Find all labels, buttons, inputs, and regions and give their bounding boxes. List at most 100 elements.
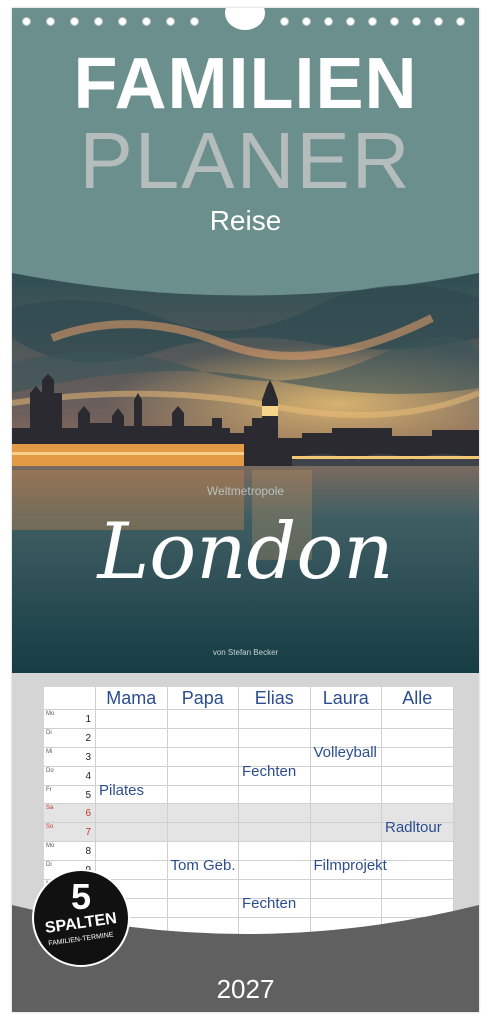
photo-credit: von Stefan Becker <box>212 648 279 657</box>
planner-cell <box>382 861 454 880</box>
day-number: 6 <box>85 808 91 820</box>
binding-ring <box>280 17 289 26</box>
day-row: Mo 1 <box>44 709 454 728</box>
day-label: Mo 8 <box>44 842 96 861</box>
binding-ring <box>70 17 79 26</box>
planner-cell: Fechten <box>239 763 311 785</box>
planner-cell <box>168 804 239 823</box>
weekday-abbr: Fr <box>46 786 52 793</box>
planner-cell <box>382 842 454 861</box>
planner-cell <box>168 785 239 804</box>
day-label: Do 4 <box>44 766 96 785</box>
binding-ring <box>346 17 355 26</box>
weekday-abbr: So <box>46 824 54 831</box>
planner-entry: Filmprojekt <box>313 857 387 875</box>
planner-cell <box>239 728 311 747</box>
day-row: Mo 8 <box>44 841 454 861</box>
planner-cell <box>96 728 168 747</box>
planner-cell <box>311 804 382 823</box>
day-number: 3 <box>85 751 91 763</box>
planner-cell <box>168 766 239 785</box>
weekday-abbr: Mo <box>46 711 55 717</box>
planner-cell <box>311 766 382 785</box>
binding-ring <box>22 17 31 26</box>
binding-ring <box>434 17 443 26</box>
day-number: 2 <box>85 732 91 744</box>
planner-cell <box>168 823 239 842</box>
weekday-abbr: Di <box>46 729 52 736</box>
photo-title-london: London <box>97 507 394 597</box>
day-label: Fr 5 <box>44 785 96 804</box>
day-row: So 7 Radltour <box>44 819 454 842</box>
planner-entry: Volleyball <box>313 743 377 761</box>
planner-cell <box>382 785 454 804</box>
planner-cell: Pilates <box>96 782 168 804</box>
column-header-mama: Mama <box>96 687 168 709</box>
binding-rings <box>12 17 479 27</box>
photo-overline: Weltmetropole <box>206 484 285 498</box>
planner-entry: Pilates <box>99 781 145 799</box>
planner-cell <box>239 823 311 842</box>
planner-cell <box>239 861 311 880</box>
header-corner <box>44 687 96 709</box>
weekday-abbr: Mo <box>46 843 55 850</box>
year-label: 2027 <box>216 974 275 1004</box>
binding-ring <box>118 17 127 26</box>
planner-cell <box>96 804 168 823</box>
day-number: 1 <box>85 714 91 725</box>
planner-header-row: Mama Papa Elias Laura Alle <box>44 687 454 709</box>
planner-cell <box>239 785 311 804</box>
planner-cell <box>382 766 454 785</box>
spalten-badge: 5 SPALTEN FAMILIEN-TERMINE <box>32 869 130 967</box>
column-header-elias: Elias <box>239 687 311 709</box>
planner-cell <box>96 747 168 766</box>
binding-ring <box>390 17 399 26</box>
planner-cell <box>96 842 168 861</box>
planner-cell: Radltour <box>382 819 454 842</box>
planner-cell <box>96 823 168 842</box>
day-label: Mi 3 <box>44 747 96 766</box>
binding-ring <box>46 17 55 26</box>
weekday-abbr: Sa <box>46 805 54 812</box>
binding-ring <box>456 17 465 26</box>
binding-ring <box>368 17 377 26</box>
planner-cell <box>382 728 454 747</box>
planner-cell <box>311 823 382 842</box>
weekday-abbr: Mi <box>46 748 53 755</box>
binding-ring <box>166 17 175 26</box>
binding-ring <box>412 17 421 26</box>
day-number: 8 <box>85 846 91 858</box>
binding-ring <box>324 17 333 26</box>
day-number: 4 <box>85 770 91 782</box>
planner-cell <box>382 747 454 766</box>
planner-cell <box>168 710 239 728</box>
planner-cell: Volleyball <box>311 744 382 766</box>
planner-cell <box>168 747 239 766</box>
planner-cell <box>239 842 311 861</box>
weekday-abbr: Do <box>46 767 54 774</box>
wall-calendar: FAMILIEN PLANER Reise Weltmetropole Lond… <box>12 8 479 1012</box>
day-number: 5 <box>85 789 91 801</box>
planner-cell: Filmprojekt <box>311 857 387 880</box>
binding-ring <box>190 17 199 26</box>
planner-cell <box>96 710 168 728</box>
planner-cell <box>311 785 382 804</box>
planner-entry: Fechten <box>242 762 297 780</box>
planner-cell <box>239 710 311 728</box>
planner-cell <box>311 710 382 728</box>
planner-entry: Radltour <box>385 819 442 837</box>
column-header-laura: Laura <box>310 687 382 709</box>
binding-ring <box>94 17 103 26</box>
planner-cell <box>382 710 454 728</box>
day-label: Mo 1 <box>44 710 96 728</box>
day-row: Fr 5 Pilates <box>44 782 454 804</box>
column-header-papa: Papa <box>167 687 239 709</box>
binding-ring <box>302 17 311 26</box>
planner-entry: Tom Geb. <box>170 857 236 875</box>
day-label: So 7 <box>44 823 96 842</box>
column-header-alle: Alle <box>382 687 454 709</box>
day-row: Di 2 <box>44 727 454 747</box>
day-label: Sa 6 <box>44 804 96 823</box>
day-number: 7 <box>85 827 91 839</box>
planner-cell <box>168 728 239 747</box>
